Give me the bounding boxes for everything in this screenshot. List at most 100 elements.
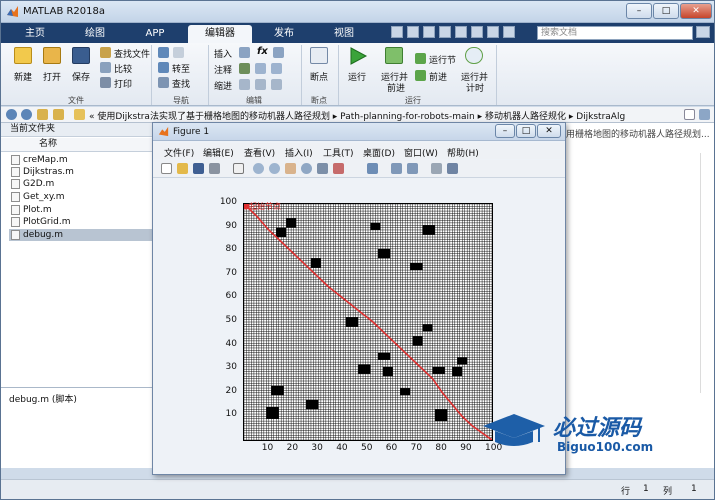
cut-quick-icon[interactable]: [407, 26, 419, 38]
rotate-icon[interactable]: [301, 163, 312, 174]
menu-tools[interactable]: 工具(T): [323, 146, 354, 159]
run-and-time-icon[interactable]: [465, 47, 483, 64]
list-item[interactable]: G2D.m: [9, 178, 153, 190]
print-figure-icon[interactable]: [209, 163, 220, 174]
breakpoints-icon[interactable]: [310, 47, 328, 64]
brush-icon[interactable]: [333, 163, 344, 174]
plot-axes[interactable]: [242, 202, 493, 441]
insert-button[interactable]: 插入: [214, 47, 232, 60]
fx-button[interactable]: fx: [257, 46, 268, 57]
insert-section-icon[interactable]: [239, 47, 250, 58]
current-folder-path[interactable]: « 使用Dijkstra法实现了基于栅格地图的移动机器人路径规划 ▸ Path-…: [89, 109, 625, 122]
open-folder-icon[interactable]: [43, 47, 61, 64]
run-button[interactable]: 运行: [348, 70, 366, 83]
advance-button[interactable]: 前进: [429, 70, 447, 83]
print-button[interactable]: 打印: [114, 77, 132, 90]
forward-icon[interactable]: [21, 109, 32, 120]
open-file-icon[interactable]: [177, 163, 188, 174]
pan-icon[interactable]: [285, 163, 296, 174]
run-time-label-2[interactable]: 计时: [466, 81, 484, 94]
list-item[interactable]: Get_xy.m: [9, 191, 153, 203]
menu-window[interactable]: 窗口(W): [404, 146, 438, 159]
increase-indent-icon[interactable]: [255, 79, 266, 90]
percent-icon[interactable]: [239, 63, 250, 74]
search-folder-icon[interactable]: [699, 109, 710, 120]
paste-quick-icon[interactable]: [439, 26, 451, 38]
menu-file[interactable]: 文件(F): [164, 146, 194, 159]
smart-indent-icon[interactable]: [239, 79, 250, 90]
list-item[interactable]: Plot.m: [9, 204, 153, 216]
close-button[interactable]: ✕: [680, 3, 712, 19]
compare-button[interactable]: 比较: [114, 62, 132, 75]
save-figure-icon[interactable]: [193, 163, 204, 174]
goto-button[interactable]: 转至: [172, 62, 190, 75]
find-files-button[interactable]: 查找文件: [114, 47, 150, 60]
back-icon[interactable]: [6, 109, 17, 120]
tab-view[interactable]: 视图: [316, 25, 372, 43]
maximize-button[interactable]: □: [653, 3, 679, 19]
tab-apps[interactable]: APP: [127, 25, 183, 43]
hide-plot-tools-icon[interactable]: [431, 163, 442, 174]
help-quick-icon[interactable]: [503, 26, 515, 38]
tab-editor[interactable]: 编辑器: [188, 25, 252, 43]
save-quick-icon[interactable]: [391, 26, 403, 38]
colorbar-icon[interactable]: [391, 163, 402, 174]
run-advance-label-2[interactable]: 前进: [387, 81, 405, 94]
data-cursor-icon[interactable]: [317, 163, 328, 174]
zoom-in-icon[interactable]: [253, 163, 264, 174]
menu-view[interactable]: 查看(V): [244, 146, 275, 159]
menu-insert[interactable]: 插入(I): [285, 146, 313, 159]
wrap-comments-icon[interactable]: [255, 63, 266, 74]
folder-up-icon[interactable]: [37, 109, 48, 120]
file-name: creMap.m: [23, 155, 68, 165]
figure-minimize-button[interactable]: –: [495, 124, 515, 138]
zoom-out-icon[interactable]: [269, 163, 280, 174]
browse-folder-icon[interactable]: [53, 109, 64, 120]
save-icon[interactable]: [72, 47, 90, 64]
file-name: Dijkstras.m: [23, 167, 74, 177]
back-arrow-icon[interactable]: [158, 47, 169, 58]
insert-function-icon[interactable]: [273, 47, 284, 58]
redo-quick-icon[interactable]: [471, 26, 483, 38]
breakpoints-button[interactable]: 断点: [310, 70, 328, 83]
column-header-name[interactable]: 名称: [1, 138, 153, 152]
save-button[interactable]: 保存: [72, 70, 90, 83]
run-section-button[interactable]: 运行节: [429, 53, 456, 66]
menu-desktop[interactable]: 桌面(D): [363, 146, 395, 159]
tab-home[interactable]: 主页: [9, 25, 61, 43]
decrease-indent-icon[interactable]: [271, 79, 282, 90]
uncomment-icon[interactable]: [271, 63, 282, 74]
open-button[interactable]: 打开: [43, 70, 61, 83]
run-icon[interactable]: [348, 46, 368, 66]
menu-help[interactable]: 帮助(H): [447, 146, 479, 159]
tab-publish[interactable]: 发布: [256, 25, 312, 43]
new-button[interactable]: 新建: [14, 70, 32, 83]
search-icon[interactable]: [696, 26, 710, 38]
menu-edit[interactable]: 编辑(E): [203, 146, 234, 159]
new-file-icon[interactable]: [14, 47, 32, 64]
list-item[interactable]: creMap.m: [9, 154, 153, 166]
link-plot-icon[interactable]: [367, 163, 378, 174]
figure-maximize-button[interactable]: □: [516, 124, 536, 138]
list-item[interactable]: Dijkstras.m: [9, 166, 153, 178]
list-item[interactable]: PlotGrid.m: [9, 216, 153, 228]
comment-button[interactable]: 注释: [214, 63, 232, 76]
pointer-icon[interactable]: [233, 163, 244, 174]
switch-windows-icon[interactable]: [487, 26, 499, 38]
run-advance-icon[interactable]: [385, 47, 403, 64]
search-input[interactable]: 搜索文档: [537, 26, 693, 40]
show-plot-tools-icon[interactable]: [447, 163, 458, 174]
minimize-button[interactable]: –: [626, 3, 652, 19]
copy-quick-icon[interactable]: [423, 26, 435, 38]
forward-arrow-icon[interactable]: [173, 47, 184, 58]
legend-icon[interactable]: [407, 163, 418, 174]
undo-quick-icon[interactable]: [455, 26, 467, 38]
find-button[interactable]: 查找: [172, 77, 190, 90]
new-figure-icon[interactable]: [161, 163, 172, 174]
figure-close-button[interactable]: ✕: [537, 124, 561, 138]
details-text: debug.m (脚本): [9, 395, 77, 405]
list-item-selected[interactable]: debug.m: [9, 229, 153, 241]
indent-button[interactable]: 缩进: [214, 79, 232, 92]
tab-plots[interactable]: 绘图: [67, 25, 123, 43]
dropdown-icon[interactable]: [684, 109, 695, 120]
